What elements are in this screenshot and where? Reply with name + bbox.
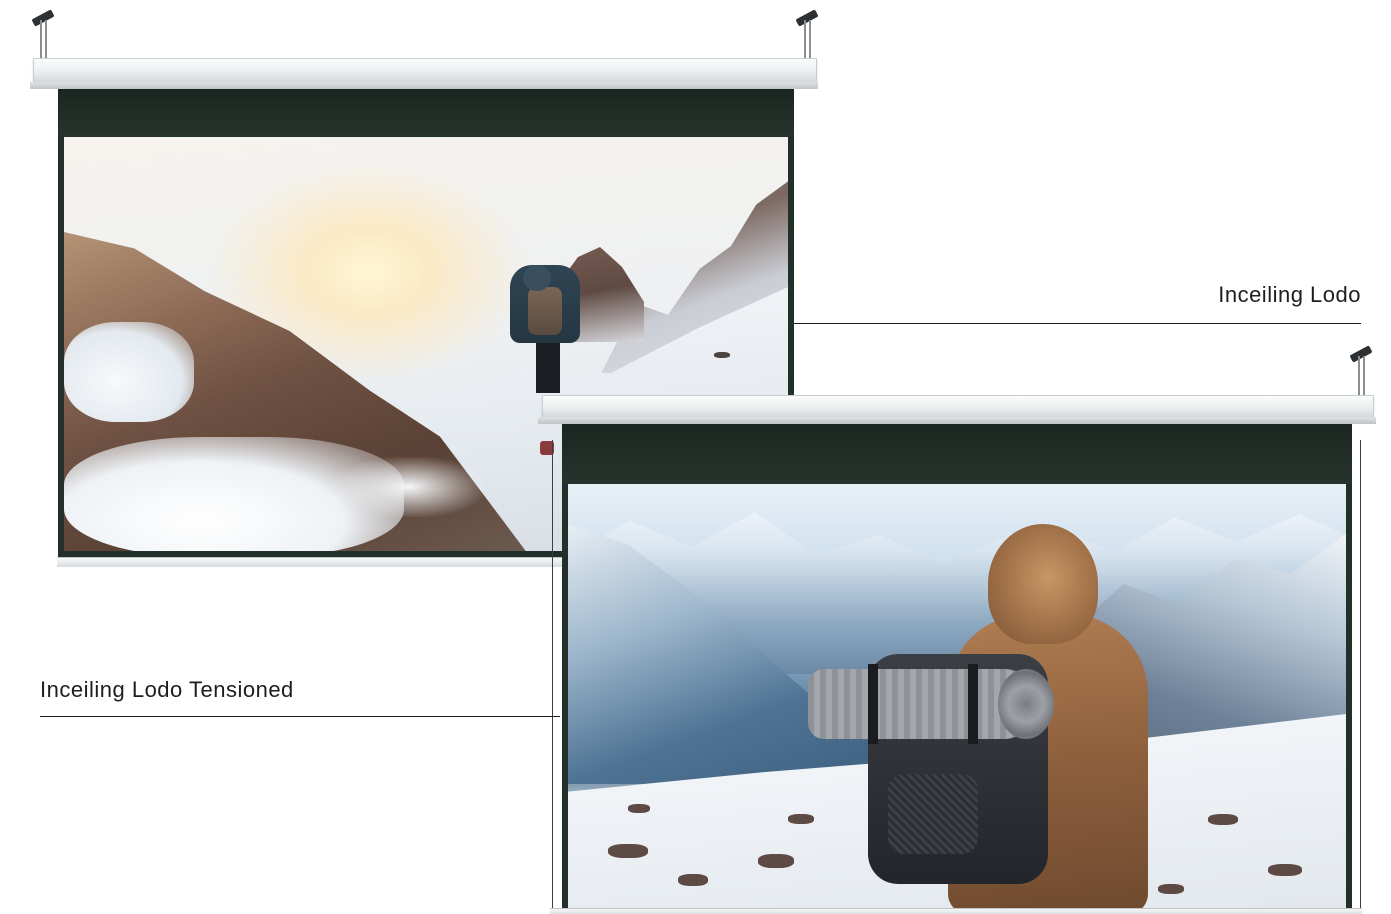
bottom-screen-bottom-bar — [550, 908, 1362, 914]
hiker-hood — [523, 265, 551, 291]
rock — [788, 814, 814, 824]
bottom-screen-housing-lip — [538, 417, 1376, 424]
mat-strap — [868, 664, 878, 744]
bottom-screen-assembly — [530, 340, 1391, 914]
tension-cord-left — [552, 440, 553, 910]
top-product-leader-line — [794, 323, 1361, 324]
hiker-backpack — [528, 287, 562, 335]
bottom-screen-black-drop — [562, 424, 1352, 484]
top-product-label: Inceiling Lodo — [1218, 282, 1361, 307]
rock — [608, 844, 648, 858]
rock — [1158, 884, 1184, 894]
top-screen-black-drop — [58, 89, 794, 137]
rock — [628, 804, 650, 813]
snow-patch — [64, 322, 194, 422]
bottom-screen-housing — [542, 395, 1374, 419]
ceiling-bracket-icon — [795, 9, 819, 27]
top-screen-housing-lip — [30, 82, 818, 89]
bracket-rod — [1358, 356, 1360, 396]
rock — [678, 874, 708, 886]
tension-cord-right — [1360, 440, 1361, 910]
bracket-rod — [40, 20, 42, 58]
mat-strap — [968, 664, 978, 744]
rock — [1268, 864, 1302, 876]
bracket-rod — [809, 20, 811, 58]
bottom-product-leader-line — [40, 716, 560, 717]
top-screen-housing — [33, 58, 817, 84]
sleeping-mat-roll-end — [998, 669, 1054, 739]
bottom-screen-image-mountain-trekker — [568, 484, 1346, 908]
bracket-rod — [1363, 356, 1365, 396]
snow-patch — [334, 457, 484, 517]
rock — [758, 854, 794, 868]
ceiling-bracket-icon — [1349, 345, 1373, 363]
product-comparison-stage: Inceiling Lodo Inceiling Lodo Tensioned — [0, 0, 1391, 914]
trekker-hood — [988, 524, 1098, 644]
ceiling-bracket-icon — [31, 9, 55, 27]
bracket-rod — [45, 20, 47, 58]
bottom-product-label: Inceiling Lodo Tensioned — [40, 677, 294, 702]
rock — [1208, 814, 1238, 825]
trekker-backpack-pocket — [888, 774, 978, 854]
bracket-rod — [804, 20, 806, 58]
